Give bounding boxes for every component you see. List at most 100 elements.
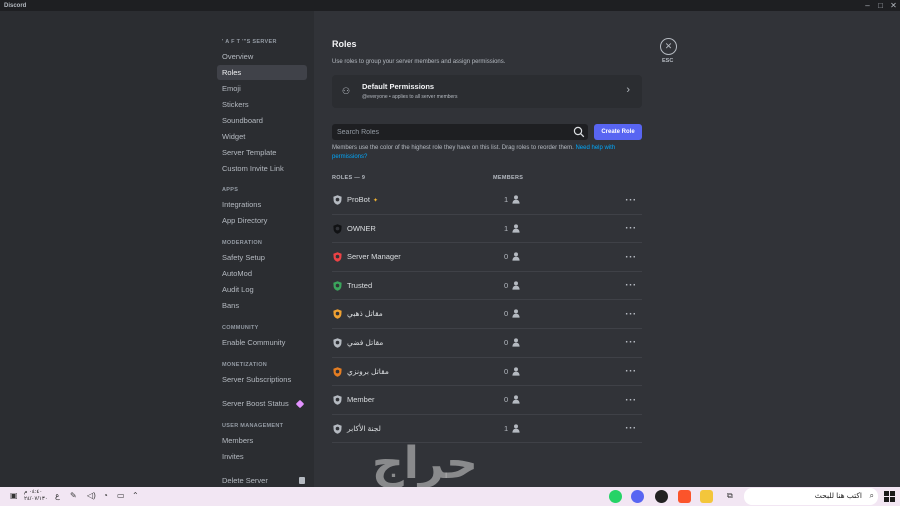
members-column-header: MEMBERS bbox=[493, 175, 524, 181]
whatsapp-icon[interactable] bbox=[609, 490, 622, 503]
more-options-button[interactable]: ··· bbox=[623, 365, 639, 379]
sidebar-item-integrations[interactable]: Integrations bbox=[217, 197, 307, 212]
sidebar-item-members[interactable]: Members bbox=[217, 433, 307, 448]
verified-bot-icon: ✦ bbox=[372, 198, 378, 204]
person-icon bbox=[512, 223, 520, 233]
windows-start-icon[interactable] bbox=[884, 491, 895, 502]
sidebar-item-emoji[interactable]: Emoji bbox=[217, 81, 307, 96]
trash-icon bbox=[299, 477, 305, 484]
sidebar-item-invites[interactable]: Invites bbox=[217, 449, 307, 464]
chevron-up-icon[interactable]: ⌃ bbox=[132, 491, 139, 500]
sidebar-item-overview[interactable]: Overview bbox=[217, 49, 307, 64]
role-name-text: Server Manager bbox=[347, 252, 401, 262]
title-bar: Discord – □ ✕ bbox=[0, 0, 900, 11]
watermark-logo: حراج bbox=[372, 439, 478, 488]
sidebar-item-widget[interactable]: Widget bbox=[217, 129, 307, 144]
taskbar-search-text: اكتب هنا للبحث bbox=[814, 491, 862, 500]
role-shield-icon bbox=[333, 195, 342, 205]
create-role-button[interactable]: Create Role bbox=[594, 124, 642, 140]
role-row[interactable]: ProBot ✦ 1 ··· bbox=[332, 186, 642, 215]
people-icon: ⚇ bbox=[342, 86, 351, 96]
role-shield-icon bbox=[333, 338, 342, 348]
discord-taskbar-icon[interactable] bbox=[631, 490, 644, 503]
file-explorer-icon[interactable] bbox=[700, 490, 713, 503]
role-name-text: ProBot bbox=[347, 195, 370, 204]
sidebar-item-enable-community[interactable]: Enable Community bbox=[217, 335, 307, 350]
sidebar-item-server-template[interactable]: Server Template bbox=[217, 145, 307, 160]
role-row[interactable]: Server Manager 0 ··· bbox=[332, 243, 642, 272]
role-member-count: 0 bbox=[504, 309, 509, 319]
role-name: لجنة الأكابر bbox=[347, 424, 384, 433]
more-options-button[interactable]: ··· bbox=[623, 222, 639, 236]
sidebar-item-app-directory[interactable]: App Directory bbox=[217, 213, 307, 228]
more-options-button[interactable]: ··· bbox=[623, 279, 639, 293]
taskbar-clock[interactable]: ٠٤:٤٠ م ٢٤/٠٧/١٣٠ bbox=[24, 489, 48, 503]
app-icon[interactable] bbox=[655, 490, 668, 503]
role-name-text: مقاتل برونزي bbox=[347, 366, 389, 376]
role-row[interactable]: مقاتل ذهبي 0 ··· bbox=[332, 300, 642, 329]
role-member-count: 1 bbox=[504, 423, 509, 433]
role-name-text: مقاتل فضي bbox=[347, 337, 384, 347]
sidebar-item-stickers[interactable]: Stickers bbox=[217, 97, 307, 112]
more-options-button[interactable]: ··· bbox=[623, 307, 639, 321]
volume-icon[interactable]: ◁) bbox=[87, 491, 96, 500]
sidebar-item-safety-setup[interactable]: Safety Setup bbox=[217, 250, 307, 265]
sidebar-item-soundboard[interactable]: Soundboard bbox=[217, 113, 307, 128]
sidebar-item-bans[interactable]: Bans bbox=[217, 298, 307, 313]
role-member-count: 0 bbox=[504, 395, 509, 405]
pen-icon[interactable]: ✎ bbox=[70, 491, 77, 500]
default-permissions-title: Default Permissions bbox=[362, 82, 435, 91]
role-member-count: 0 bbox=[504, 280, 509, 290]
role-shield-icon bbox=[333, 309, 342, 320]
sidebar-item-server-boost-status[interactable]: Server Boost Status bbox=[217, 396, 307, 411]
taskbar: ▣ ٠٤:٤٠ م ٢٤/٠٧/١٣٠ ع ✎ ◁) ◔ ▭ ⌃ ⧉ اكتب … bbox=[0, 487, 900, 506]
more-options-button[interactable]: ··· bbox=[623, 393, 639, 407]
role-name: Server Manager bbox=[347, 252, 404, 261]
language-indicator[interactable]: ع bbox=[55, 491, 60, 500]
page-description: Use roles to group your server members a… bbox=[332, 59, 506, 65]
more-options-button[interactable]: ··· bbox=[623, 250, 639, 264]
role-member-count: 1 bbox=[504, 195, 509, 204]
network-icon[interactable]: ◔ bbox=[103, 491, 108, 500]
role-row[interactable]: مقاتل برونزي 0 ··· bbox=[332, 358, 642, 387]
more-options-button[interactable]: ··· bbox=[623, 422, 639, 436]
role-name: مقاتل ذهبي bbox=[347, 309, 386, 318]
roles-column-header: ROLES — 9 bbox=[332, 175, 366, 181]
role-row[interactable]: Trusted 0 ··· bbox=[332, 272, 642, 301]
close-icon: ✕ bbox=[664, 41, 673, 51]
sidebar-item-custom-invite-link[interactable]: Custom Invite Link bbox=[217, 161, 307, 176]
role-member-count: 0 bbox=[504, 337, 509, 347]
sidebar-item-audit-log[interactable]: Audit Log bbox=[217, 282, 307, 297]
role-row[interactable]: Member 0 ··· bbox=[332, 386, 642, 415]
role-shield-icon bbox=[333, 223, 342, 234]
sidebar-item-automod[interactable]: AutoMod bbox=[217, 266, 307, 281]
sidebar-item-roles[interactable]: Roles bbox=[217, 65, 307, 80]
monetization-header: MONETIZATION bbox=[222, 362, 268, 368]
sidebar-item-delete-server[interactable]: Delete Server bbox=[217, 473, 307, 487]
role-row[interactable]: OWNER 1 ··· bbox=[332, 215, 642, 244]
close-window-button[interactable]: ✕ bbox=[886, 0, 900, 11]
close-settings-button[interactable]: ✕ bbox=[660, 38, 677, 55]
default-permissions-subtitle: @everyone • applies to all server member… bbox=[362, 94, 458, 100]
role-member-count: 0 bbox=[504, 252, 509, 262]
roles-hint: Members use the color of the highest rol… bbox=[332, 144, 638, 162]
default-permissions-card[interactable]: ⚇ Default Permissions @everyone • applie… bbox=[332, 75, 642, 108]
search-roles-input[interactable] bbox=[332, 124, 588, 140]
search-icon bbox=[573, 126, 585, 138]
battery-icon[interactable]: ▭ bbox=[117, 491, 125, 500]
person-icon bbox=[512, 338, 520, 347]
sidebar-item-server-subscriptions[interactable]: Server Subscriptions bbox=[217, 372, 307, 387]
role-member-count: 1 bbox=[504, 223, 509, 233]
brave-browser-icon[interactable] bbox=[678, 490, 691, 503]
roles-panel: Roles Use roles to group your server mem… bbox=[314, 11, 900, 487]
more-options-button[interactable]: ··· bbox=[623, 193, 639, 207]
taskbar-search[interactable]: اكتب هنا للبحث ⌕ bbox=[744, 488, 878, 505]
role-shield-icon bbox=[333, 281, 342, 291]
person-icon bbox=[512, 366, 520, 376]
notification-icon[interactable]: ▣ bbox=[10, 491, 18, 500]
role-row[interactable]: مقاتل فضي 0 ··· bbox=[332, 329, 642, 358]
task-view-icon[interactable]: ⧉ bbox=[727, 491, 733, 501]
role-name-text: Trusted bbox=[347, 280, 373, 290]
more-options-button[interactable]: ··· bbox=[623, 336, 639, 350]
sidebar-item-label: Delete Server bbox=[222, 476, 268, 485]
